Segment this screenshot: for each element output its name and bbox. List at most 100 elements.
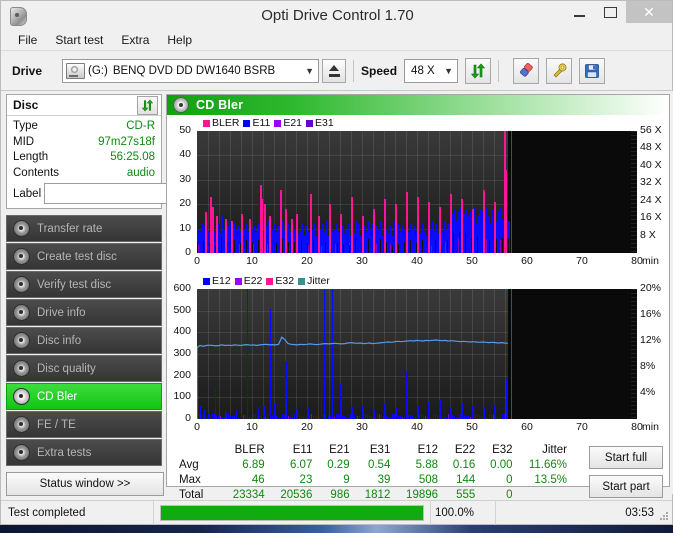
y-tick-label: 20 <box>179 197 191 210</box>
legend-swatch <box>274 119 282 127</box>
desktop-background <box>0 525 673 533</box>
drive-name: BENQ DVD DD DW1640 BSRB <box>112 64 276 77</box>
sidebar-item-transfer-rate[interactable]: Transfer rate <box>6 215 162 242</box>
disc-label-caption: Label <box>13 187 42 200</box>
legend-swatch <box>266 277 274 285</box>
stats-cell: 5.88 <box>415 458 439 471</box>
maximize-button[interactable] <box>595 1 626 23</box>
refresh-arrows-icon <box>470 63 486 78</box>
e12-chart-legend: E12 E22 E32 Jitter <box>203 275 330 287</box>
bler-plot-area[interactable] <box>197 131 637 253</box>
end-marker-line <box>510 289 512 419</box>
legend-item: BLER <box>203 117 239 129</box>
stats-col-e11: E11 <box>292 443 313 456</box>
y-tick-label: 10 <box>179 221 191 234</box>
minimize-button[interactable] <box>564 1 595 23</box>
stats-cell: 144 <box>456 473 476 486</box>
x-tick-label: 40 <box>411 421 423 433</box>
y-tick-label: 300 <box>173 347 191 359</box>
legend-label: E12 <box>212 275 231 287</box>
stats-col-e32: E32 <box>492 443 513 456</box>
disc-contents-label: Contents <box>13 166 60 179</box>
sidebar-item-label: Disc quality <box>37 362 96 375</box>
menu-bar: File Start test Extra Help <box>1 30 672 51</box>
start-part-button[interactable]: Start part <box>589 475 663 498</box>
sidebar-item-fe-te[interactable]: FE / TE <box>6 411 162 438</box>
x-tick-label: 20 <box>301 421 313 433</box>
chevron-down-icon: ▼ <box>305 65 314 76</box>
erase-button[interactable] <box>513 57 540 84</box>
window-controls: ✕ <box>564 1 672 30</box>
panel-header: CD Bler <box>167 95 669 115</box>
speed-label: Speed <box>361 63 398 78</box>
disc-panel-title: Disc <box>13 98 39 112</box>
sidebar-item-drive-info[interactable]: Drive info <box>6 299 162 326</box>
e12-plot-area[interactable] <box>197 289 637 419</box>
cd-bler-panel: CD Bler BLER E11 E21 E31 0 10 20 30 40 50 8 X 16 … <box>166 94 670 501</box>
disc-refresh-button[interactable] <box>137 95 158 115</box>
sidebar-item-label: Disc info <box>37 334 82 347</box>
toolbar-divider <box>353 59 355 82</box>
x-tick-label: 70 <box>576 255 588 267</box>
save-button[interactable] <box>579 57 606 84</box>
legend-swatch <box>306 119 314 127</box>
right-tick-label: 32 X <box>640 176 662 189</box>
eject-button[interactable] <box>322 58 347 83</box>
stats-table: BLER E11 E21 E31 E12 E22 E32 Jitter Avg … <box>173 442 573 502</box>
disc-icon <box>13 220 30 237</box>
legend-label: E22 <box>243 275 263 287</box>
toolbar-divider-2 <box>498 59 500 82</box>
stats-cell: 508 <box>418 473 439 486</box>
bler-chart-legend: BLER E11 E21 E31 <box>203 117 334 129</box>
bler-x-axis-unit: min <box>642 255 659 267</box>
refresh-button[interactable] <box>465 57 492 84</box>
stats-cell: 0.16 <box>452 458 476 471</box>
right-tick-label: 12% <box>640 334 662 346</box>
y-tick-label: 400 <box>173 325 191 338</box>
menu-item-file[interactable]: File <box>9 31 46 49</box>
disc-row-contents: Contents audio <box>13 166 155 182</box>
resize-grip-icon[interactable] <box>659 511 669 521</box>
x-tick-label: 70 <box>576 421 588 433</box>
action-buttons: Start full Start part <box>589 446 663 504</box>
legend-item: E11 <box>243 117 270 129</box>
disc-icon <box>13 332 30 349</box>
menu-item-start-test[interactable]: Start test <box>46 31 112 49</box>
sidebar-item-disc-quality[interactable]: Disc quality <box>6 355 162 382</box>
x-tick-label: 20 <box>301 255 313 267</box>
x-tick-label: 10 <box>246 255 258 267</box>
disc-type-label: Type <box>13 120 38 132</box>
sidebar-item-label: CD Bler <box>37 390 78 403</box>
y-tick-label: 40 <box>179 148 191 161</box>
sidebar-item-create-test-disc[interactable]: Create test disc <box>6 243 162 270</box>
x-tick-label: 50 <box>466 421 478 433</box>
drive-select[interactable]: (G:) BENQ DVD DD DW1640 BSRB ▼ <box>62 58 320 83</box>
status-window-button[interactable]: Status window >> <box>6 472 164 496</box>
disc-mid-label: MID <box>13 135 35 148</box>
stats-cell: 0.54 <box>367 458 391 471</box>
sidebar-item-cd-bler[interactable]: CD Bler <box>6 383 162 410</box>
sidebar-item-disc-info[interactable]: Disc info <box>6 327 162 354</box>
speed-select[interactable]: 48 X ▼ <box>404 58 459 83</box>
application-window: Opti Drive Control 1.70 ✕ File Start tes… <box>0 0 673 525</box>
sidebar-item-verify-test-disc[interactable]: Verify test disc <box>6 271 162 298</box>
stats-col-jitter: Jitter <box>542 443 567 456</box>
disc-icon <box>13 416 30 433</box>
menu-item-help[interactable]: Help <box>158 31 201 49</box>
stats-cell: 6.89 <box>242 458 265 471</box>
stats-header-row: BLER E11 E21 E31 E12 E22 E32 Jitter <box>173 442 573 457</box>
disc-row-mid: MID 97m27s18f <box>13 135 155 151</box>
right-tick-label: 20% <box>640 282 662 294</box>
start-full-button[interactable]: Start full <box>589 446 663 469</box>
disc-type-value: CD-R <box>126 120 155 132</box>
right-tick-label: 16 X <box>640 211 662 224</box>
tools-button[interactable] <box>546 57 573 84</box>
close-button[interactable]: ✕ <box>626 1 672 23</box>
cd-disc-icon <box>173 97 189 113</box>
disc-icon <box>13 444 30 461</box>
disc-length-label: Length <box>13 151 49 163</box>
jitter-line <box>197 336 508 419</box>
menu-item-extra[interactable]: Extra <box>112 31 158 49</box>
sidebar-item-extra-tests[interactable]: Extra tests <box>6 439 162 466</box>
status-bar: Test completed 100.0% 03:53 <box>1 500 672 525</box>
